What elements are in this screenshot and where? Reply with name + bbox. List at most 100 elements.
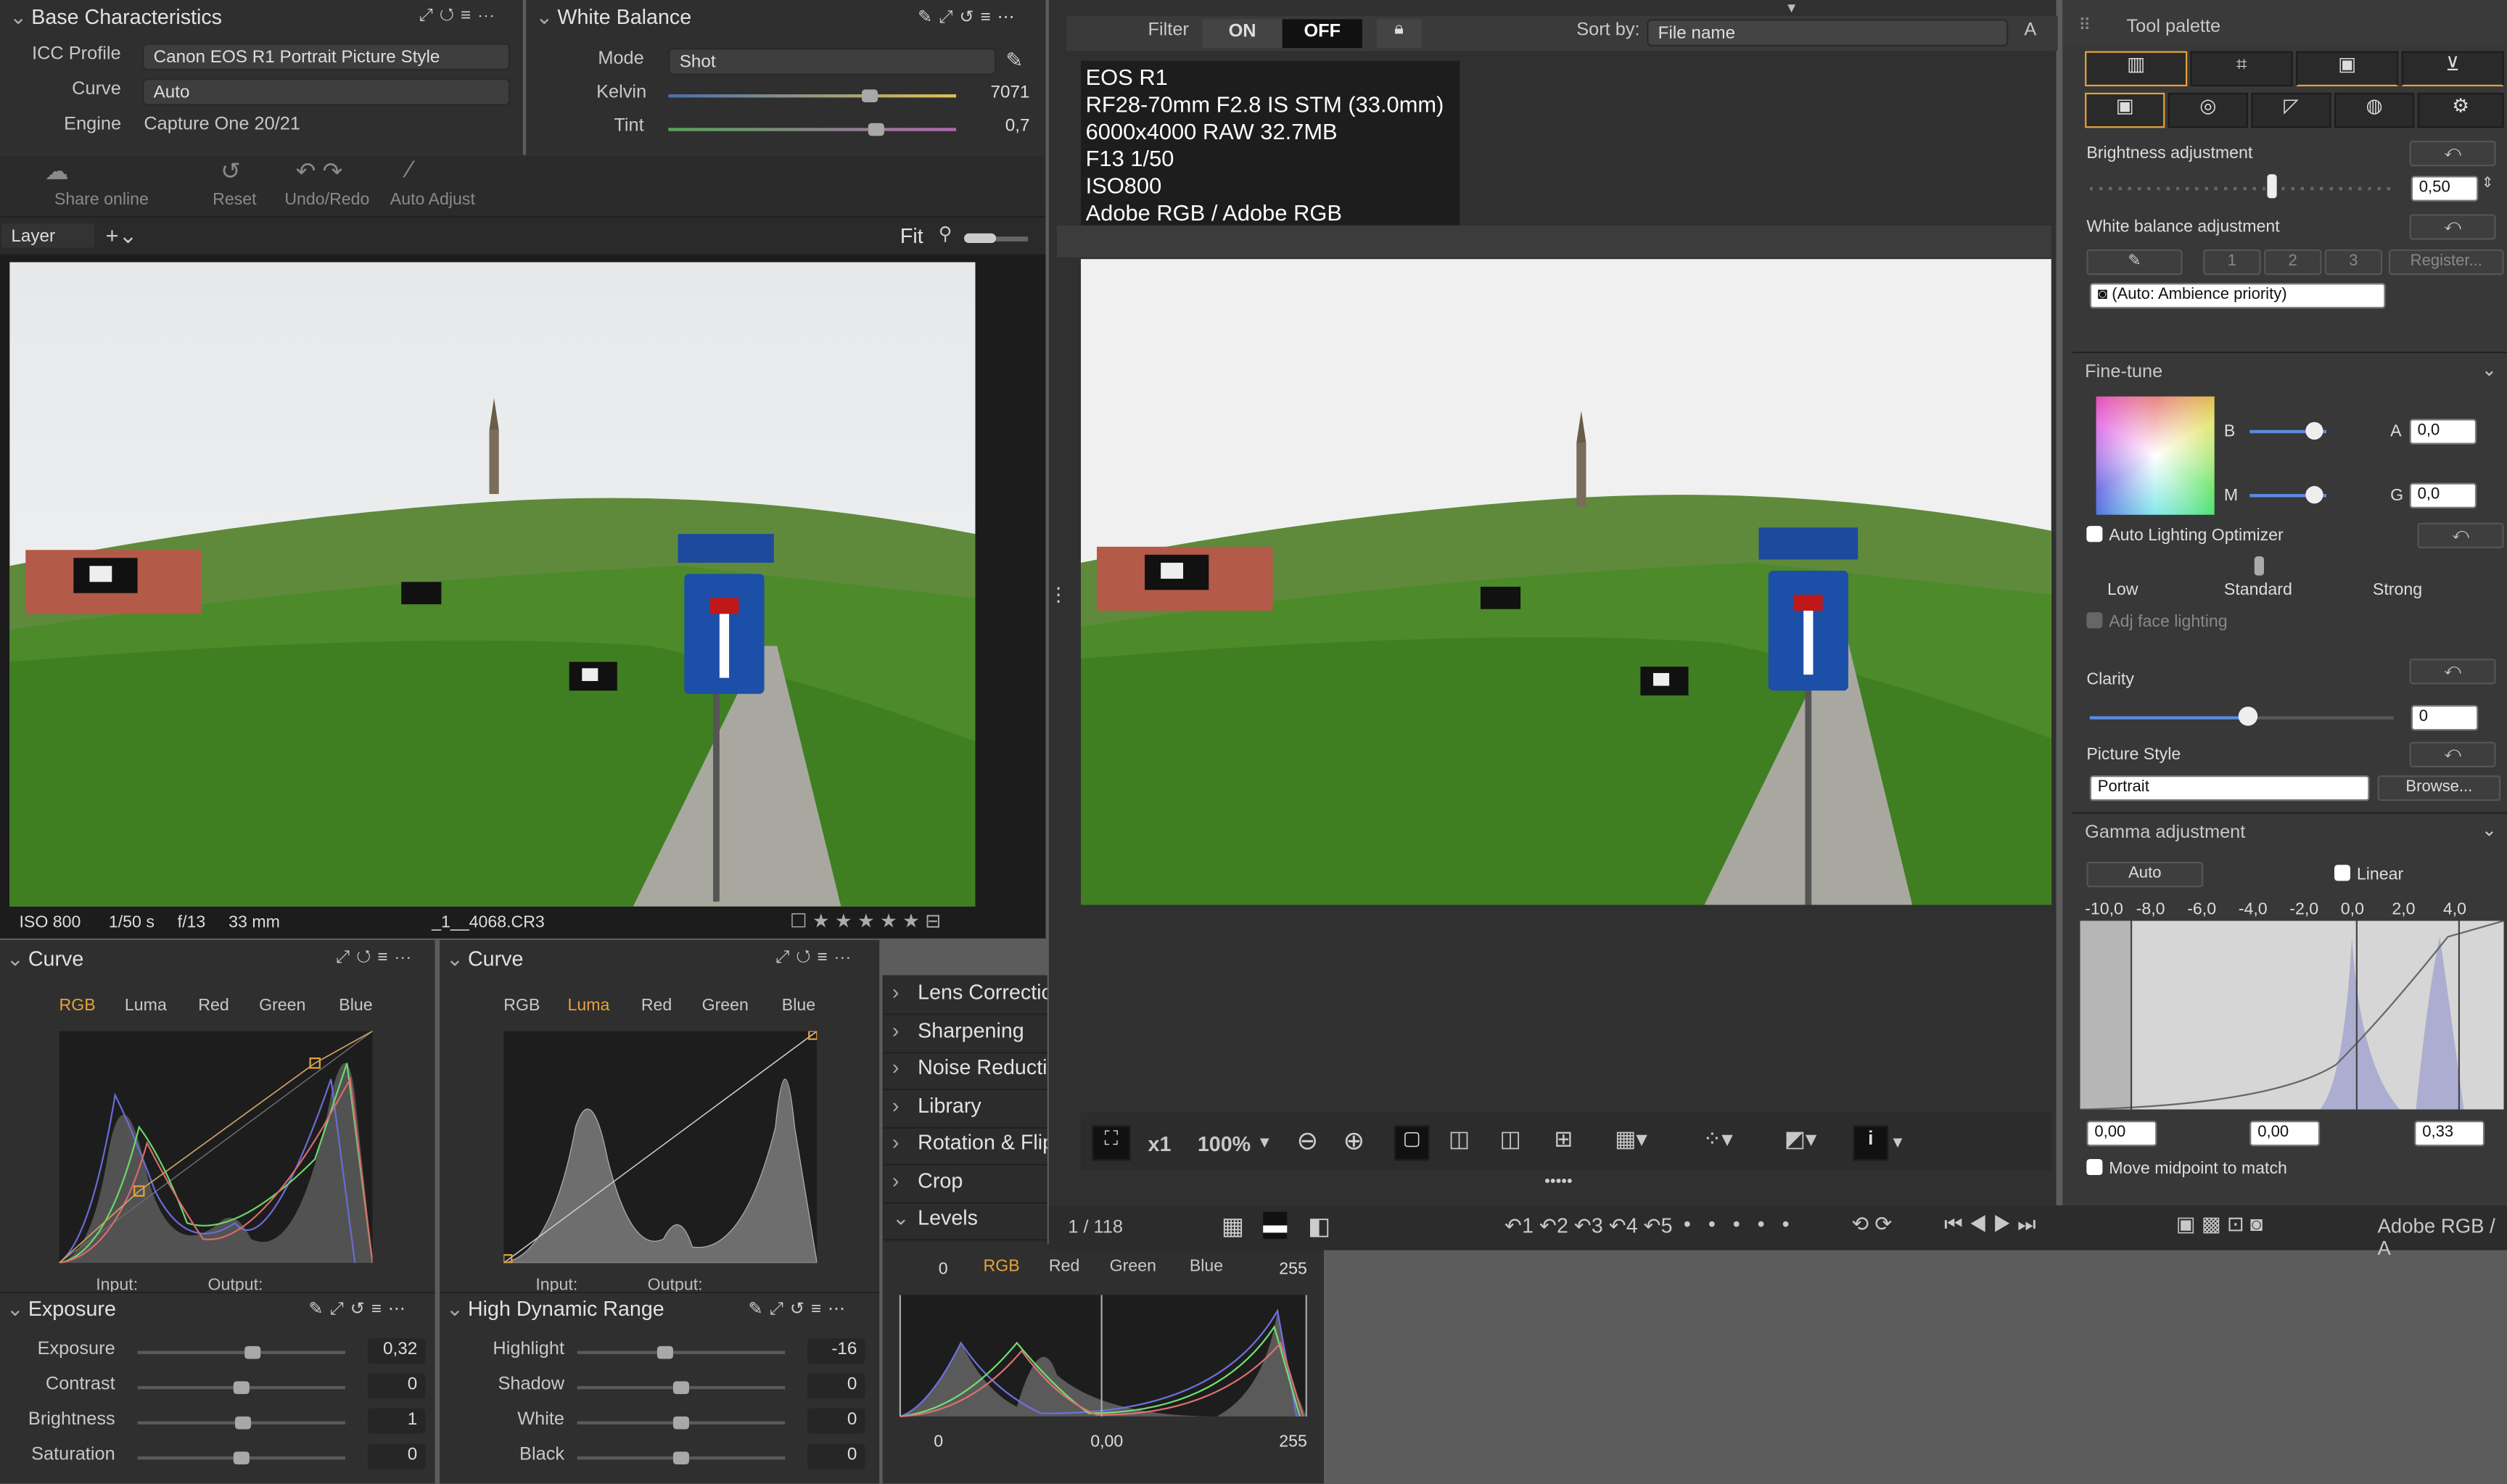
curve-tab-luma[interactable]: Luma [125,996,167,1015]
curve-tab-blue[interactable]: Blue [782,996,815,1015]
single-view-icon[interactable]: ▢ [1394,1125,1430,1161]
hdr-header[interactable]: ⌄ High Dynamic Range [446,1297,664,1322]
share-online-label[interactable]: Share online [54,190,149,209]
slider-value[interactable]: 0 [807,1373,865,1399]
levels-tab-blue[interactable]: Blue [1190,1256,1223,1275]
brightness-reset-icon[interactable]: ⤺ [2409,140,2496,167]
levels-output-high[interactable]: 255 [1279,1433,1307,1451]
chevron-down-icon[interactable]: ⌄ [7,1297,24,1322]
fine-tune-a-value[interactable]: 0,0 [2409,419,2477,445]
preview-view-icon[interactable]: ▬ [1263,1211,1288,1240]
clarity-value[interactable]: 0 [2411,705,2479,731]
mode-select[interactable]: Shot [668,48,997,75]
share-online-icon[interactable]: ☁ [45,157,69,185]
highlight-warning-icon[interactable]: ◩▾ [1784,1126,1817,1153]
filter-on-button[interactable]: ON [1202,19,1283,49]
menu-icon[interactable]: ≡ [981,8,997,27]
wb-reset-icon[interactable]: ⤺ [2409,214,2496,240]
basic-adjust-icon[interactable]: ▣ [2085,92,2165,128]
panel-header-icons[interactable]: ⤢↺≡⋯ [419,7,501,28]
panel-header-icons[interactable]: ✎⤢↺≡⋯ [918,7,1021,29]
slider-knob[interactable] [244,1345,260,1359]
slider-knob[interactable] [233,1451,250,1464]
info-icon[interactable]: i [1853,1125,1889,1161]
brightness-value[interactable]: 0,50 [2411,176,2479,202]
chevron-down-icon[interactable]: ⌄ [446,947,464,972]
layer-select[interactable]: Layer [0,222,96,250]
white-balance-header[interactable]: ⌄ White Balance [535,5,691,30]
split-view-icon[interactable]: ◫ [1499,1126,1520,1153]
curve-tab-red[interactable]: Red [641,996,672,1015]
compare-view-icon[interactable]: ◫ [1449,1126,1470,1153]
image-tab-icon[interactable]: ▣ [2296,51,2399,87]
slider-value[interactable]: 1 [367,1408,426,1435]
color-tab-icon[interactable]: ◍ [2334,92,2415,128]
eyedropper-icon[interactable]: ✎ [1005,48,1023,73]
curve-graph[interactable] [59,1031,373,1264]
panel-splitter-handle[interactable]: ⋮ [1049,583,1068,606]
slider-value[interactable]: 0 [807,1408,865,1435]
expand-icon[interactable]: ⤢ [939,8,959,27]
levels-input-high[interactable]: 255 [1279,1260,1307,1279]
tint-slider[interactable] [668,128,957,131]
clarity-reset-icon[interactable]: ⤺ [2409,659,2496,685]
slider-track[interactable] [137,1351,346,1354]
expand-icon[interactable]: ⤢ [419,7,439,25]
curve-tab-luma[interactable]: Luma [567,996,609,1015]
picker-icon[interactable]: ✎ [918,8,939,27]
fine-tune-m-knob[interactable] [2305,486,2323,504]
fine-tune-b-knob[interactable] [2305,421,2323,440]
grid-view-icon[interactable]: ▦ [1222,1212,1244,1240]
wb-slot-3[interactable]: 3 [2324,249,2383,276]
undo-redo-label[interactable]: Undo/Redo [284,190,369,209]
panel-header-icons[interactable]: ✎⤢↺≡⋯ [308,1298,412,1321]
slider-value[interactable]: -16 [807,1337,865,1364]
lock-icon[interactable]: 🔒︎ [1376,19,1422,49]
levels-output-low[interactable]: 0 [934,1433,943,1451]
quad-view-icon[interactable]: ⊞ [1554,1126,1573,1153]
brightness-slider-knob[interactable] [2267,174,2277,199]
kelvin-slider[interactable] [668,94,957,98]
export-tab-icon[interactable]: ⊻ [2401,51,2504,87]
tool-list-item[interactable]: › Lens Correction [892,980,1047,1004]
chevron-down-icon[interactable]: ⌄ [9,5,27,30]
slider-knob[interactable] [233,1381,250,1394]
grid-icon[interactable]: ▦▾ [1615,1126,1647,1153]
sort-direction[interactable]: A [2024,21,2036,40]
curve-tab-red[interactable]: Red [198,996,229,1015]
alo-reset-icon[interactable]: ⤺ [2417,522,2504,549]
navigation-icons[interactable]: ⏮ ◀ ▶ ⏭ [1944,1212,2036,1237]
af-points-icon[interactable]: ⁘▾ [1703,1126,1732,1153]
tool-list-item[interactable]: › Rotation & Flip [892,1130,1047,1154]
levels-tab-green[interactable]: Green [1110,1256,1156,1275]
sort-select[interactable]: File name [1647,19,2009,46]
levels-tab-rgb[interactable]: RGB [984,1256,1020,1275]
fit-label[interactable]: Fit [900,224,923,248]
reset-icon[interactable]: ↺ [440,7,461,25]
curve-tab-rgb[interactable]: RGB [503,996,540,1015]
clarity-slider[interactable] [2089,716,2247,720]
zoom-out-icon[interactable]: ⊖ [1297,1126,1319,1158]
curve-header[interactable]: ⌄ Curve [7,947,83,972]
brightness-slider[interactable] [2089,186,2394,191]
reset-icon[interactable]: ↺ [960,8,981,27]
undo-redo-icon[interactable]: ↶ ↷ [296,157,343,185]
wb-slot-1[interactable]: 1 [2203,249,2261,276]
chevron-down-icon[interactable]: ⌄ [446,1297,464,1322]
tone-tab-icon[interactable]: ◸ [2251,92,2331,128]
alo-slider-knob[interactable] [2254,556,2265,576]
photo-preview[interactable] [9,262,976,907]
slider-knob[interactable] [656,1345,673,1359]
midpoint-checkbox[interactable] [2086,1158,2103,1176]
gamma-histogram[interactable] [2080,920,2504,1110]
curve-tab-green[interactable]: Green [259,996,305,1015]
color-wheel[interactable] [2096,396,2215,515]
zoom-icon[interactable]: ⚲ [939,222,952,244]
curve-tab-blue[interactable]: Blue [339,996,372,1015]
filmstrip-view-icon[interactable]: ◧ [1308,1212,1330,1240]
gamma-value-1[interactable]: 0,00 [2086,1121,2157,1147]
face-lighting-checkbox[interactable] [2086,612,2103,629]
chevron-down-icon[interactable]: ⌄ [7,947,24,972]
wb-preset-select[interactable]: ◙ (Auto: Ambience priority) [2089,283,2386,309]
base-characteristics-title[interactable]: ⌄ Base Characteristics [9,5,222,30]
